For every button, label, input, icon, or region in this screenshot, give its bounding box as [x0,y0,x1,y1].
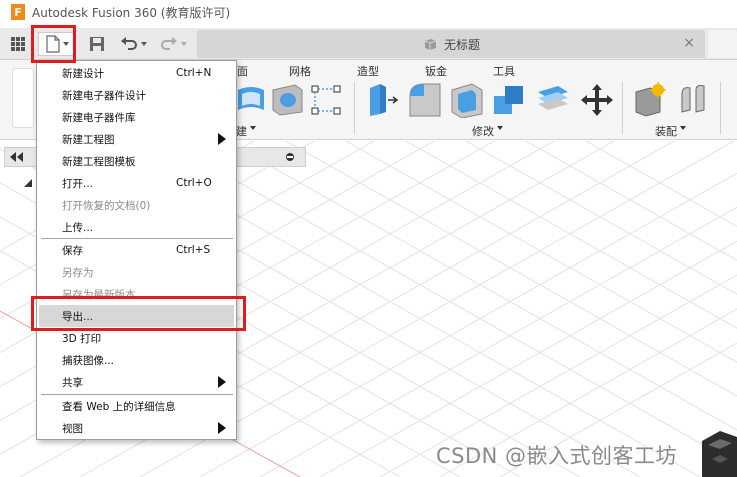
ribbon-separator [720,82,721,134]
document-tab[interactable]: 无标题 × [197,30,705,58]
combine-icon[interactable] [492,82,526,118]
submenu-arrow-icon [218,422,226,434]
ribbon-group-assemble[interactable]: 装配 [655,123,677,139]
menu-item-new-electronics-library[interactable]: 新建电子器件库 [39,106,234,128]
menu-item-open-recovered: 打开恢复的文档(0) [62,199,151,212]
new-component-icon[interactable] [634,82,668,118]
submenu-arrow-icon [218,376,226,388]
save-icon[interactable] [86,32,108,56]
menu-item-share[interactable]: 共享 [39,371,234,393]
pattern-icon[interactable] [310,84,342,116]
undo-button[interactable] [118,32,152,56]
undo-icon [121,37,147,50]
menu-item-view-details-web[interactable]: 查看 Web 上的详细信息 [39,395,234,417]
offset-face-icon[interactable] [536,82,570,118]
shell-icon[interactable] [450,82,484,118]
fillet-icon[interactable] [408,82,442,118]
menu-item-new-drawing-template[interactable]: 新建工程图模板 [39,150,234,172]
joint-icon[interactable] [678,82,712,118]
chevron-down-icon [250,126,256,130]
chevron-down-icon [680,126,686,130]
ribbon-tab-surface[interactable]: 面 [237,63,248,79]
revolve-icon[interactable] [236,82,266,116]
menu-item-new-drawing[interactable]: 新建工程图 [39,128,234,150]
ribbon-tab-tools[interactable]: 工具 [493,63,515,79]
submenu-arrow-icon [218,133,226,145]
hole-icon[interactable] [270,82,304,116]
ribbon-group-modify[interactable]: 修改 [472,123,494,139]
cube-icon [424,39,437,50]
menu-item-new-electronics-design[interactable]: 新建电子器件设计 [39,84,234,106]
ribbon-separator [622,82,623,134]
app-grid-icon[interactable] [8,32,28,56]
menu-item-open[interactable]: 打开... Ctrl+O [39,172,234,194]
menu-item-upload[interactable]: 上传... [39,216,234,238]
close-tab-icon[interactable]: × [683,35,695,51]
highlight-export-item [31,296,246,331]
redo-button[interactable] [158,32,192,56]
ribbon-tab-form[interactable]: 造型 [357,63,379,79]
ribbon-separator [354,82,355,134]
menu-item-view[interactable]: 视图 [39,417,234,439]
menu-item-new-design[interactable]: 新建设计 Ctrl+N [39,62,234,84]
watermark-text: CSDN @嵌入式创客工坊 [436,444,678,468]
redo-icon [161,37,187,50]
title-bar: F Autodesk Fusion 360 (教育版许可) [0,0,737,24]
ribbon-tab-sheetmetal[interactable]: 钣金 [425,63,447,79]
menu-item-save[interactable]: 保存 Ctrl+S [39,239,234,261]
quick-access-toolbar: 无标题 × [0,28,737,60]
ribbon-group-create[interactable]: 建 [236,123,247,139]
double-left-icon[interactable] [10,152,24,162]
window-title: Autodesk Fusion 360 (教育版许可) [32,5,231,20]
menu-item-capture-image[interactable]: 捕获图像... [39,349,234,371]
menu-item-save-as: 另存为 [62,266,94,279]
press-pull-icon[interactable] [366,82,400,118]
highlight-file-button [31,25,76,63]
file-dropdown-menu: 新建设计 Ctrl+N 新建电子器件设计 新建电子器件库 新建工程图 新建工程图模… [36,60,237,440]
chevron-down-icon [497,126,503,130]
move-icon[interactable] [580,82,614,118]
ribbon-tab-mesh[interactable]: 网格 [289,63,311,79]
new-tab-area[interactable] [708,30,737,58]
workspace-switcher[interactable] [12,68,34,128]
dot-icon[interactable] [285,152,295,162]
fusion-logo-icon: F [11,4,25,20]
document-tab-title: 无标题 [443,37,480,52]
